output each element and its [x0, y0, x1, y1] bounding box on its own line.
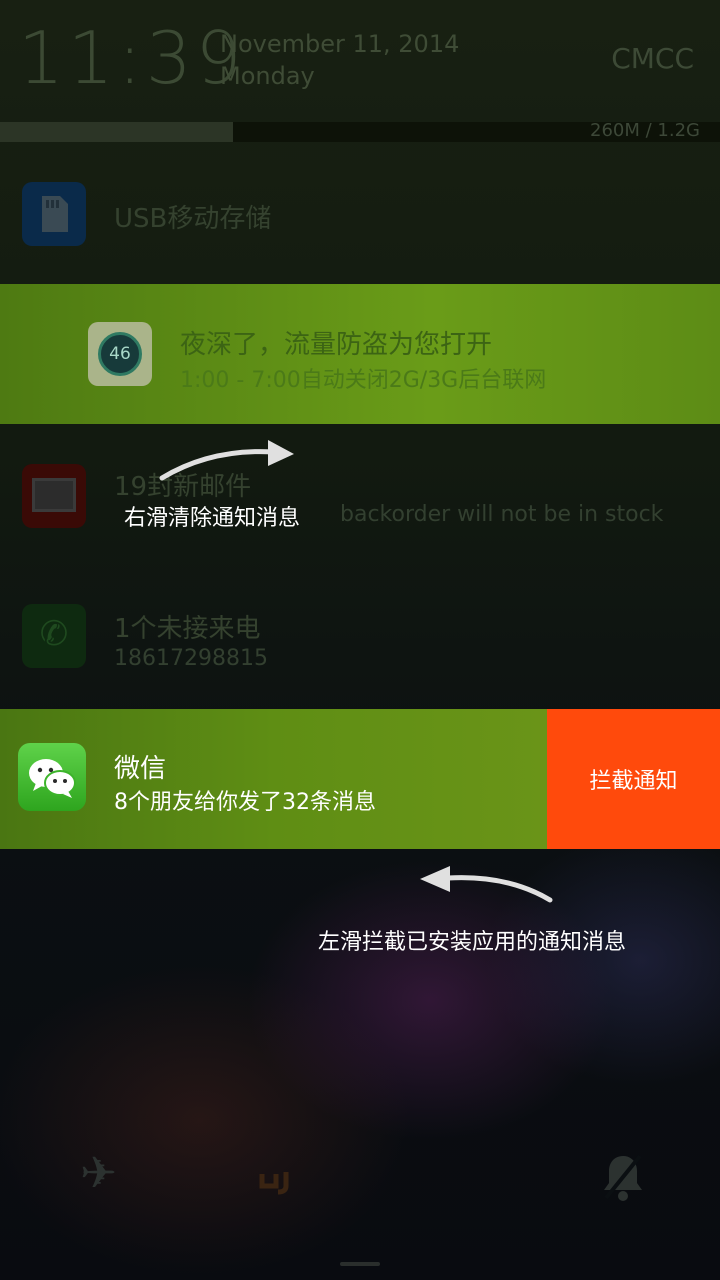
swipe-right-hint: 右滑清除通知消息	[124, 506, 301, 531]
traffic-badge: 46	[98, 332, 142, 376]
traffic-subtitle: 1:00 - 7:00自动关闭2G/3G后台联网	[180, 368, 547, 393]
drag-handle[interactable]	[340, 1262, 380, 1266]
mail-envelope-shape	[32, 478, 76, 512]
airplane-icon[interactable]: ✈	[80, 1148, 117, 1199]
swipe-left-hint: 左滑拦截已安装应用的通知消息	[318, 930, 627, 955]
memory-text: 260M / 1.2G	[590, 120, 700, 141]
notification-usb[interactable]	[0, 160, 720, 272]
wechat-icon	[18, 743, 86, 811]
memory-bar-fill	[0, 122, 233, 142]
wechat-subtitle: 8个朋友给你发了32条消息	[114, 790, 376, 815]
data-icon[interactable]	[252, 1160, 312, 1200]
notification-call[interactable]	[0, 574, 720, 702]
traffic-title: 夜深了，流量防盗为您打开	[180, 330, 493, 360]
wechat-title: 微信	[114, 754, 167, 784]
call-title: 1个未接来电	[114, 614, 261, 644]
usb-title: USB移动存储	[114, 204, 272, 234]
block-notification-button[interactable]: 拦截通知	[547, 709, 720, 849]
mail-subtitle: backorder will not be in stock	[340, 502, 664, 527]
bell-off-icon[interactable]	[598, 1150, 648, 1215]
swipe-right-arrow-icon	[159, 440, 294, 481]
date-block: November 11, 2014 Monday	[220, 28, 459, 92]
swipe-left-arrow-icon	[420, 866, 553, 903]
notification-mail[interactable]	[0, 434, 720, 564]
carrier-name: CMCC	[611, 42, 694, 75]
phone-glyph-icon: ✆	[39, 614, 69, 654]
clock: 11:39	[18, 16, 246, 100]
date-text: November 11, 2014	[220, 30, 460, 58]
sd-card-icon	[22, 182, 86, 246]
call-subtitle: 18617298815	[114, 646, 268, 671]
weekday-text: Monday	[220, 62, 315, 90]
